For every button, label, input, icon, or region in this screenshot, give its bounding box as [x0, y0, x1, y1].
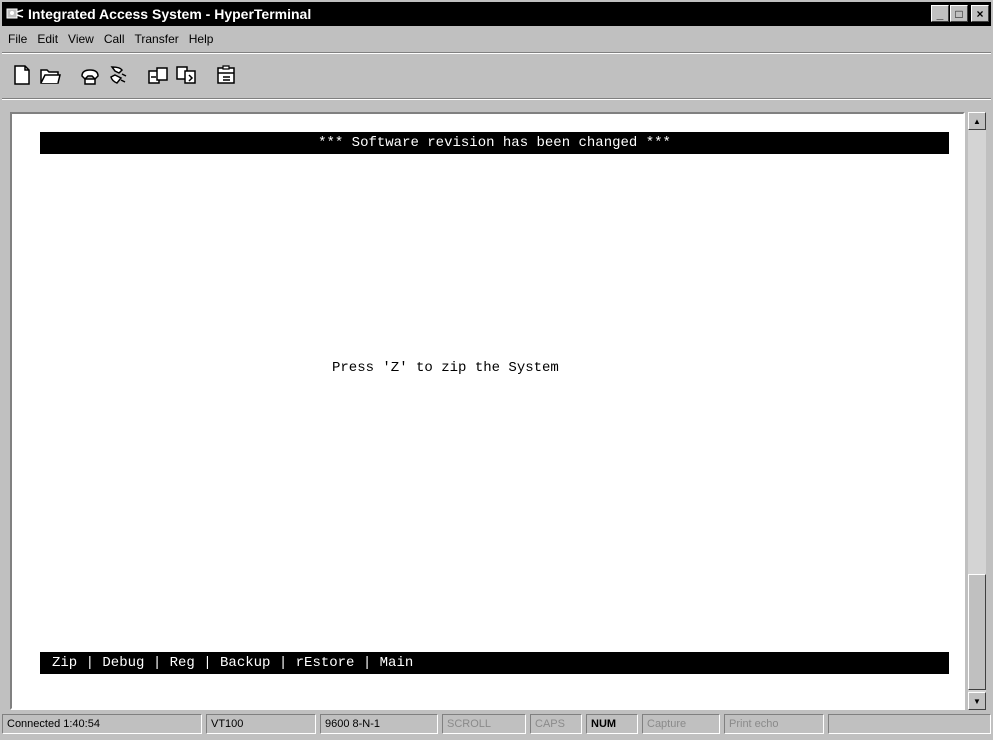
- terminal-header: *** Software revision has been changed *…: [40, 132, 949, 154]
- status-print-echo: Print echo: [724, 714, 824, 734]
- terminal-frame[interactable]: *** Software revision has been changed *…: [10, 112, 965, 710]
- status-emulation: VT100: [206, 714, 316, 734]
- menu-transfer[interactable]: Transfer: [131, 32, 185, 46]
- connect-icon: [81, 69, 99, 85]
- hyperterminal-icon[interactable]: [6, 6, 24, 22]
- terminal-command-bar: Zip | Debug | Reg | Backup | rEstore | M…: [40, 652, 949, 674]
- open-button[interactable]: [36, 61, 64, 89]
- status-capture: Capture: [642, 714, 720, 734]
- status-num: NUM: [586, 714, 638, 734]
- toolbar: [8, 58, 240, 92]
- menu-call[interactable]: Call: [100, 32, 131, 46]
- disconnect-icon: [110, 66, 127, 84]
- status-connected: Connected 1:40:54: [2, 714, 202, 734]
- minimize-icon: _: [936, 6, 944, 21]
- menu-view[interactable]: View: [64, 32, 100, 46]
- menu-help[interactable]: Help: [185, 32, 220, 46]
- close-button[interactable]: ×: [971, 5, 989, 22]
- properties-button[interactable]: [212, 61, 240, 89]
- menu-file[interactable]: File: [4, 32, 33, 46]
- status-bar: Connected 1:40:54 VT100 9600 8-N-1 SCROL…: [2, 712, 991, 736]
- maximize-icon: □: [955, 6, 963, 21]
- window-controls: _ □ ×: [931, 5, 989, 22]
- status-caps: CAPS: [530, 714, 582, 734]
- properties-icon: [217, 65, 235, 84]
- toolbar-bottom-divider: [2, 98, 991, 100]
- window-title: Integrated Access System - HyperTerminal: [28, 6, 312, 22]
- minimize-button[interactable]: _: [931, 5, 949, 22]
- scrollbar-thumb[interactable]: [968, 574, 986, 690]
- arrow-down-icon: ▼: [973, 696, 981, 706]
- status-settings: 9600 8-N-1: [320, 714, 438, 734]
- disconnect-button[interactable]: [104, 61, 132, 89]
- connect-button[interactable]: [76, 61, 104, 89]
- title-bar[interactable]: Integrated Access System - HyperTerminal…: [2, 2, 991, 26]
- hyperterminal-window: Integrated Access System - HyperTerminal…: [0, 0, 993, 740]
- status-empty: [828, 714, 991, 734]
- menu-edit[interactable]: Edit: [33, 32, 64, 46]
- scroll-up-button[interactable]: ▲: [968, 112, 986, 130]
- menu-bar: File Edit View Call Transfer Help: [4, 28, 219, 50]
- status-scroll: SCROLL: [442, 714, 526, 734]
- receive-icon: [176, 66, 196, 84]
- send-button[interactable]: [144, 61, 172, 89]
- new-icon: [14, 65, 30, 85]
- maximize-button[interactable]: □: [950, 5, 968, 22]
- receive-button[interactable]: [172, 61, 200, 89]
- toolbar-divider: [2, 52, 991, 54]
- arrow-up-icon: ▲: [973, 116, 981, 126]
- vertical-scrollbar[interactable]: ▲ ▼: [968, 112, 986, 710]
- terminal-screen[interactable]: *** Software revision has been changed *…: [12, 114, 963, 708]
- new-button[interactable]: [8, 61, 36, 89]
- close-icon: ×: [976, 6, 984, 21]
- terminal-message: Press 'Z' to zip the System: [332, 360, 559, 376]
- send-icon: [148, 67, 168, 84]
- open-icon: [40, 69, 61, 84]
- scroll-down-button[interactable]: ▼: [968, 692, 986, 710]
